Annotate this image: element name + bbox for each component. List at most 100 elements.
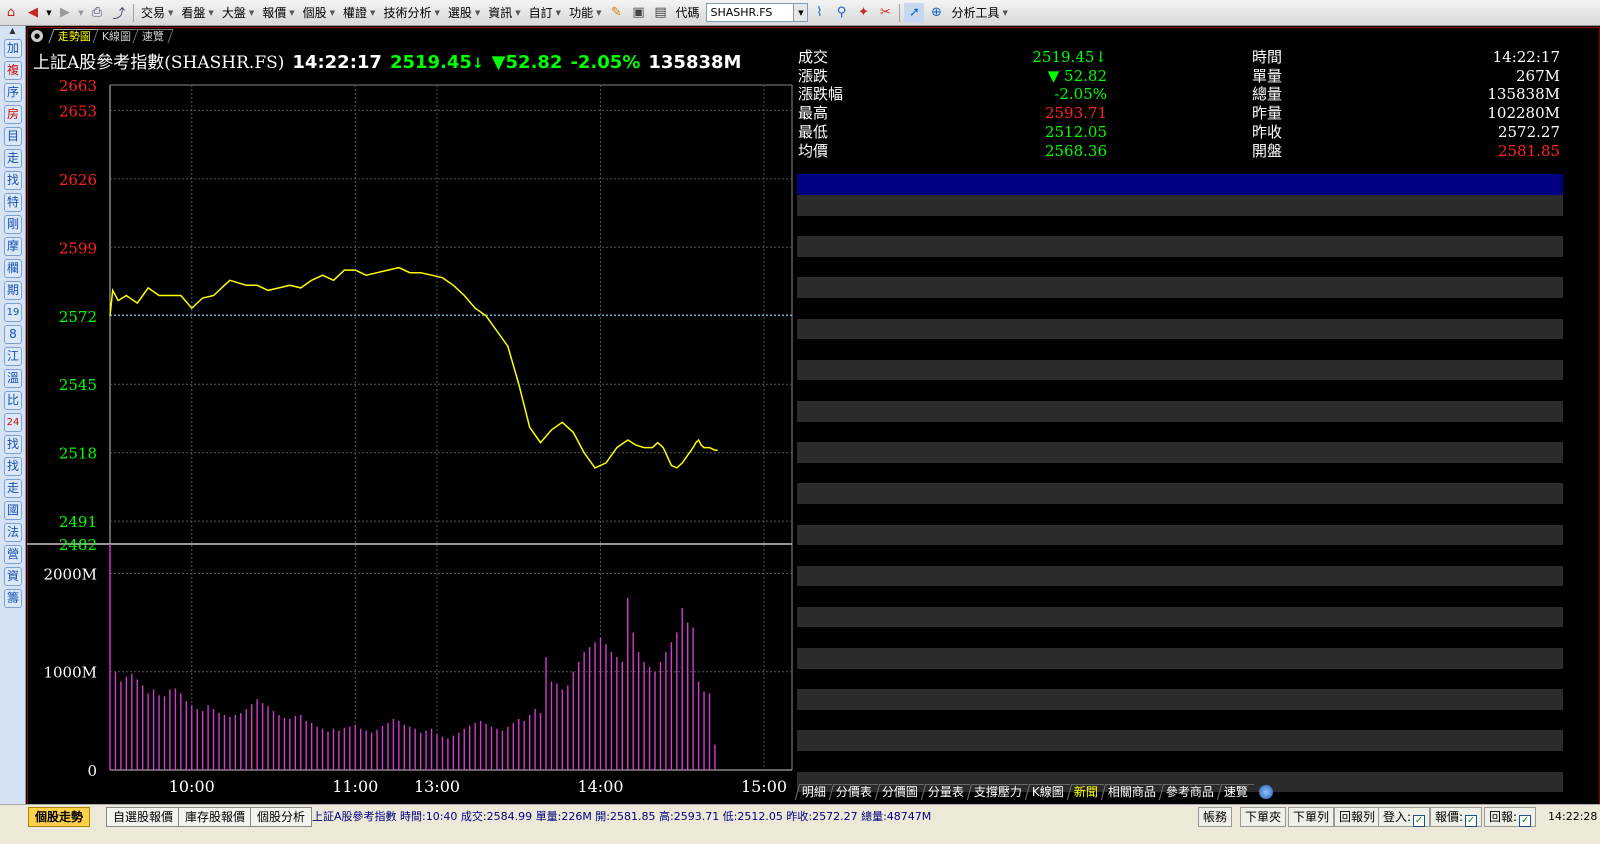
back-dropdown-icon[interactable]: ▼: [45, 3, 53, 23]
sidebar-item[interactable]: 溫: [4, 369, 22, 388]
sidebar-item[interactable]: 序: [4, 83, 22, 102]
news-row[interactable]: [797, 318, 1563, 340]
search-icon[interactable]: ⚲: [831, 3, 851, 23]
news-row[interactable]: [797, 215, 1563, 237]
code-input[interactable]: [706, 3, 795, 22]
news-row[interactable]: [797, 421, 1563, 443]
sidebar-item[interactable]: 8: [4, 325, 22, 344]
magnify-chart-icon[interactable]: ⊕: [926, 3, 946, 23]
status-tab-watchlist[interactable]: 自選股報價: [106, 807, 181, 827]
sidebar-item[interactable]: 找: [4, 457, 22, 476]
menu-trade[interactable]: 交易 ▼: [137, 2, 177, 24]
right-tab[interactable]: 相關商品: [1100, 784, 1163, 800]
order-bar-button[interactable]: 下單列: [1288, 807, 1335, 827]
account-button[interactable]: 帳務: [1198, 807, 1233, 827]
menu-info[interactable]: 資訊 ▼: [484, 2, 524, 24]
news-row[interactable]: [797, 442, 1563, 463]
news-header-bar[interactable]: [797, 174, 1563, 195]
sidebar-item[interactable]: 江: [4, 347, 22, 366]
report-status[interactable]: 回報: ✓: [1484, 807, 1537, 827]
sidebar-item[interactable]: 國: [4, 501, 22, 520]
news-row[interactable]: [797, 339, 1563, 360]
export-icon[interactable]: ⤴: [109, 3, 129, 23]
news-row[interactable]: [797, 277, 1563, 298]
report-bar-button[interactable]: 回報列: [1334, 807, 1381, 827]
save-icon[interactable]: ▤: [650, 3, 670, 23]
quote-status[interactable]: 報價: ✓: [1430, 807, 1483, 827]
cursor-icon[interactable]: ➚: [904, 2, 925, 23]
login-status[interactable]: 登入: ✓: [1378, 807, 1431, 827]
sidebar-item[interactable]: 19: [4, 303, 22, 322]
sidebar-item[interactable]: 複: [4, 61, 22, 80]
menu-technical[interactable]: 技術分析 ▼: [379, 2, 443, 24]
news-row[interactable]: [797, 195, 1563, 216]
status-tab-analysis[interactable]: 個股分析: [250, 807, 313, 827]
sidebar-collapse-icon[interactable]: ▲: [0, 26, 25, 36]
sidebar-item[interactable]: 找: [4, 435, 22, 454]
news-row[interactable]: [797, 586, 1563, 607]
status-tab-holdings[interactable]: 庫存股報價: [178, 807, 253, 827]
pencil-icon[interactable]: ✎: [606, 3, 626, 23]
sidebar-item[interactable]: 期: [4, 281, 22, 300]
right-tab[interactable]: 支撐壓力: [966, 784, 1029, 800]
news-row[interactable]: [797, 380, 1563, 401]
news-row[interactable]: [797, 606, 1563, 628]
menu-screener[interactable]: 選股 ▼: [444, 2, 484, 24]
sidebar-item[interactable]: 24: [4, 413, 22, 432]
news-row[interactable]: [797, 400, 1563, 422]
news-row[interactable]: [797, 751, 1563, 772]
forward-dropdown-icon[interactable]: ▼: [77, 3, 85, 23]
sidebar-item[interactable]: 剛: [4, 215, 22, 234]
menu-custom[interactable]: 自訂 ▼: [525, 2, 565, 24]
sidebar-item[interactable]: 法: [4, 523, 22, 542]
news-row[interactable]: [797, 730, 1563, 752]
news-row[interactable]: [797, 236, 1563, 257]
right-tab[interactable]: 新聞: [1066, 784, 1105, 800]
sidebar-item[interactable]: 走: [4, 479, 22, 498]
sidebar-item[interactable]: 走: [4, 149, 22, 168]
trend-chart[interactable]: 2663 2653 2626 2599 2572 2545 2518 2491 2482 2000…: [27, 70, 795, 800]
sidebar-item[interactable]: 找: [4, 171, 22, 190]
right-tab[interactable]: 參考商品: [1158, 784, 1221, 800]
menu-watch[interactable]: 看盤 ▼: [177, 2, 217, 24]
print-icon[interactable]: ⎙: [87, 3, 107, 23]
sidebar-item[interactable]: 摩: [4, 237, 22, 256]
sidebar-item[interactable]: 房: [4, 105, 22, 124]
news-row[interactable]: [797, 648, 1563, 669]
chart-options-icon[interactable]: ●: [31, 30, 43, 42]
alert-icon[interactable]: ✦: [853, 3, 873, 23]
news-row[interactable]: [797, 359, 1563, 381]
home-icon[interactable]: ⌂: [1, 3, 21, 23]
chart-icon[interactable]: ⌇: [809, 3, 829, 23]
menu-market[interactable]: 大盤 ▼: [218, 2, 258, 24]
news-row[interactable]: [797, 627, 1563, 649]
globe-icon[interactable]: [1259, 785, 1274, 799]
news-row[interactable]: [797, 524, 1563, 546]
sidebar-item[interactable]: 資: [4, 567, 22, 586]
window-icon[interactable]: ▣: [628, 3, 648, 23]
sidebar-item[interactable]: 營: [4, 545, 22, 564]
right-tab[interactable]: K線圖: [1024, 784, 1071, 800]
news-row[interactable]: [797, 668, 1563, 690]
sidebar-item[interactable]: 欄: [4, 259, 22, 278]
news-row[interactable]: [797, 462, 1563, 484]
tab-overview[interactable]: 速覽: [132, 29, 174, 43]
sidebar-item[interactable]: 比: [4, 391, 22, 410]
news-row[interactable]: [797, 297, 1563, 319]
menu-function[interactable]: 功能 ▼: [565, 2, 605, 24]
right-tab[interactable]: 分價圖: [874, 784, 925, 800]
back-icon[interactable]: ◀: [23, 3, 43, 23]
sidebar-item[interactable]: 特: [4, 193, 22, 212]
sidebar-item[interactable]: 加: [4, 39, 22, 58]
news-row[interactable]: [797, 689, 1563, 710]
news-row[interactable]: [797, 483, 1563, 504]
menu-quote[interactable]: 報價 ▼: [258, 2, 298, 24]
news-row[interactable]: [797, 256, 1563, 278]
code-dropdown-icon[interactable]: ▼: [794, 3, 809, 22]
news-row[interactable]: [797, 503, 1563, 525]
sidebar-item[interactable]: 籌: [4, 589, 22, 608]
right-tab[interactable]: 分量表: [920, 784, 971, 800]
news-row[interactable]: [797, 545, 1563, 566]
forward-icon[interactable]: ▶: [55, 3, 75, 23]
tools-icon[interactable]: ✂: [875, 3, 895, 23]
